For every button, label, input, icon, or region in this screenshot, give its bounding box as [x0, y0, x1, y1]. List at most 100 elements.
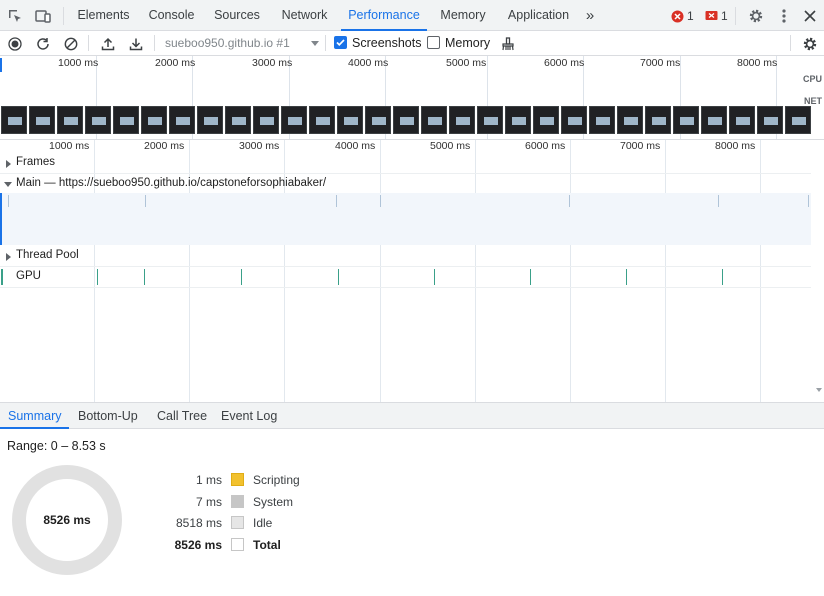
task-marker [718, 195, 719, 207]
row-label: Total [253, 538, 281, 552]
screenshot-thumbnail[interactable] [29, 106, 55, 134]
expand-triangle-icon[interactable] [6, 160, 11, 168]
error-count-badge[interactable]: 1 [671, 9, 694, 23]
donut-total: 8526 ms [43, 513, 91, 527]
tab-event-log[interactable]: Event Log [221, 403, 277, 429]
gpu-event [626, 269, 627, 285]
expand-triangle-icon[interactable] [6, 253, 11, 261]
screenshot-thumbnail[interactable] [197, 106, 223, 134]
screenshot-thumbnail[interactable] [113, 106, 139, 134]
vertical-scrollbar[interactable] [811, 140, 824, 402]
toolbar-divider [325, 35, 326, 51]
screenshot-thumbnail[interactable] [57, 106, 83, 134]
memory-checkbox[interactable] [427, 36, 440, 49]
overview-tick: 4000 ms [348, 57, 389, 69]
summary-row-idle: 8518 ms Idle [150, 514, 450, 532]
screenshot-thumbnail[interactable] [617, 106, 643, 134]
toolbar-divider [88, 35, 89, 51]
more-tabs-button[interactable]: » [580, 0, 600, 31]
screenshot-thumbnail[interactable] [757, 106, 783, 134]
collapse-triangle-icon[interactable] [4, 182, 12, 187]
screenshot-thumbnail[interactable] [645, 106, 671, 134]
chevron-down-icon[interactable] [311, 41, 319, 46]
screenshot-thumbnail[interactable] [589, 106, 615, 134]
tab-call-tree[interactable]: Call Tree [157, 403, 207, 429]
collect-garbage-broom-icon[interactable] [498, 34, 518, 54]
screenshot-thumbnail[interactable] [1, 106, 27, 134]
overview-selection-handle[interactable] [0, 58, 2, 72]
settings-gear-icon[interactable] [746, 6, 766, 26]
screenshot-thumbnail[interactable] [393, 106, 419, 134]
issue-icon [705, 11, 718, 20]
timeline-tick: 6000 ms [525, 140, 566, 152]
row-label: Scripting [253, 473, 300, 487]
swatch [231, 495, 244, 508]
track-label: Thread Pool [16, 249, 79, 261]
track-main[interactable]: Main — https://sueboo950.github.io/capst… [0, 174, 811, 193]
record-icon[interactable] [5, 34, 25, 54]
screenshot-thumbnail[interactable] [365, 106, 391, 134]
task-marker [145, 195, 146, 207]
details-tab-bar: Summary Bottom-Up Call Tree Event Log [0, 402, 824, 429]
screenshot-thumbnail[interactable] [85, 106, 111, 134]
screenshot-thumbnail[interactable] [281, 106, 307, 134]
tab-bottom-up[interactable]: Bottom-Up [78, 403, 138, 429]
cpu-label: CPU [802, 74, 822, 84]
tab-sources[interactable]: Sources [207, 0, 267, 31]
screenshot-thumbnail[interactable] [477, 106, 503, 134]
flame-chart[interactable]: 1000 ms 2000 ms 3000 ms 4000 ms 5000 ms … [0, 140, 824, 402]
track-gpu[interactable]: GPU [0, 267, 811, 288]
screenshot-thumbnail[interactable] [785, 106, 811, 134]
screenshot-thumbnail[interactable] [449, 106, 475, 134]
screenshot-filmstrip[interactable] [0, 106, 824, 138]
gpu-event [144, 269, 145, 285]
upload-icon[interactable] [98, 34, 118, 54]
main-thread-flame-area[interactable] [0, 193, 811, 245]
tab-summary[interactable]: Summary [0, 403, 70, 429]
gpu-event [530, 269, 531, 285]
activity-donut-chart: 8526 ms [12, 465, 122, 575]
summary-row-system: 7 ms System [150, 493, 450, 511]
tab-performance[interactable]: Performance [341, 0, 427, 31]
range-label: Range: 0 – 8.53 s [7, 439, 106, 453]
track-frames[interactable]: Frames [0, 153, 811, 174]
screenshot-thumbnail[interactable] [533, 106, 559, 134]
screenshots-checkbox[interactable] [334, 36, 347, 49]
screenshot-thumbnail[interactable] [701, 106, 727, 134]
tab-network[interactable]: Network [273, 0, 336, 31]
reload-record-icon[interactable] [33, 34, 53, 54]
tab-elements[interactable]: Elements [70, 0, 137, 31]
kebab-menu-icon[interactable] [774, 6, 794, 26]
swatch [231, 473, 244, 486]
gpu-track-marker [1, 269, 3, 285]
screenshot-thumbnail[interactable] [673, 106, 699, 134]
screenshot-thumbnail[interactable] [253, 106, 279, 134]
error-icon [671, 10, 684, 22]
tab-console[interactable]: Console [141, 0, 202, 31]
issue-count-badge[interactable]: 1 [705, 9, 728, 23]
device-toolbar-icon[interactable] [33, 6, 53, 26]
timeline-tick: 7000 ms [620, 140, 661, 152]
download-icon[interactable] [126, 34, 146, 54]
screenshot-thumbnail[interactable] [561, 106, 587, 134]
scroll-down-arrow-icon[interactable] [816, 388, 822, 392]
screenshot-thumbnail[interactable] [505, 106, 531, 134]
capture-settings-gear-icon[interactable] [800, 34, 820, 54]
overview-tick: 1000 ms [58, 57, 99, 69]
timeline-overview[interactable]: 1000 ms 2000 ms 3000 ms 4000 ms 5000 ms … [0, 56, 824, 140]
screenshot-thumbnail[interactable] [309, 106, 335, 134]
clear-icon[interactable] [61, 34, 81, 54]
tab-application[interactable]: Application [500, 0, 577, 31]
screenshot-thumbnail[interactable] [169, 106, 195, 134]
screenshot-thumbnail[interactable] [225, 106, 251, 134]
gpu-event [338, 269, 339, 285]
screenshot-thumbnail[interactable] [141, 106, 167, 134]
screenshot-thumbnail[interactable] [421, 106, 447, 134]
screenshot-thumbnail[interactable] [337, 106, 363, 134]
target-select[interactable]: sueboo950.github.io #1 [165, 36, 290, 50]
close-icon[interactable] [800, 6, 820, 26]
screenshot-thumbnail[interactable] [729, 106, 755, 134]
inspect-element-icon[interactable] [5, 6, 25, 26]
track-thread-pool[interactable]: Thread Pool [0, 246, 811, 267]
tab-memory[interactable]: Memory [433, 0, 493, 31]
